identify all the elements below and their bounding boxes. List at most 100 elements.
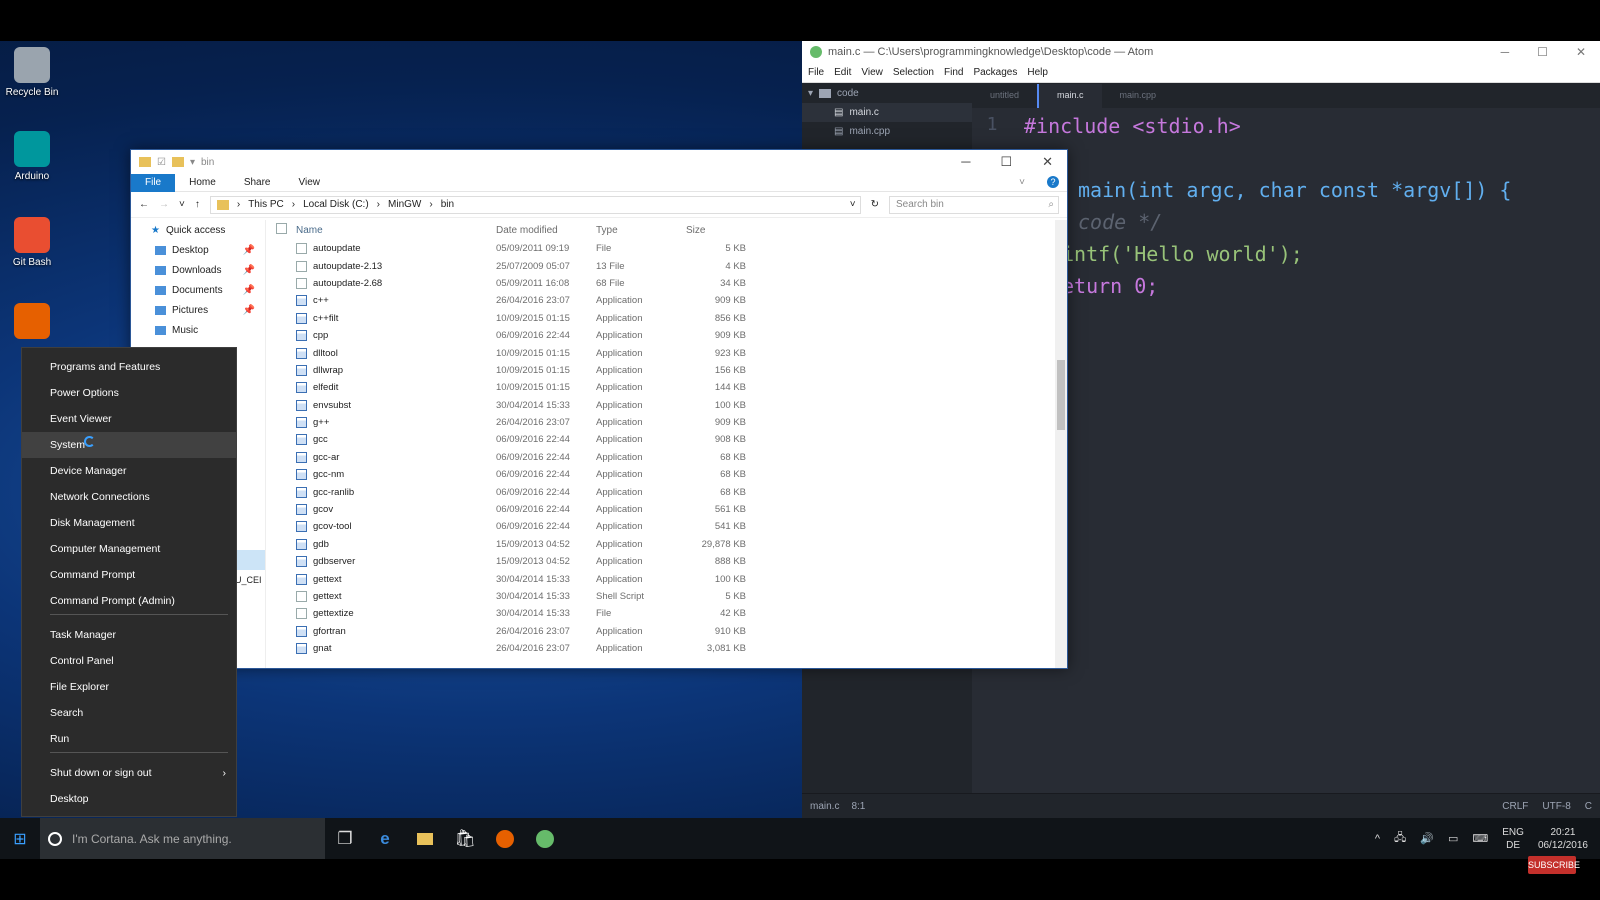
tree-folder[interactable]: ▾ code: [802, 84, 972, 103]
tab-untitled[interactable]: untitled: [972, 84, 1037, 108]
desktop-icon[interactable]: Recycle Bin: [2, 47, 62, 98]
menu-find[interactable]: Find: [944, 67, 963, 78]
file-row[interactable]: gettext 30/04/2014 15:33 Application 100 KB: [266, 570, 1055, 587]
power-menu-item[interactable]: Computer Management: [22, 536, 236, 562]
file-name-cell[interactable]: c++filt: [296, 312, 496, 324]
file-row[interactable]: gcov 06/09/2016 22:44 Application 561 KB: [266, 501, 1055, 518]
quick-access-dropdown-icon[interactable]: ▾: [190, 157, 195, 168]
select-all-checkbox[interactable]: [276, 223, 296, 237]
back-arrow-icon[interactable]: ←: [139, 199, 149, 210]
expand-ribbon-icon[interactable]: ˅: [1005, 174, 1039, 192]
file-name-cell[interactable]: gettextize: [296, 608, 496, 620]
power-menu-item[interactable]: Task Manager: [22, 622, 236, 648]
pin-icon[interactable]: 📌: [243, 285, 255, 296]
file-row[interactable]: autoupdate-2.68 05/09/2011 16:08 68 File 34…: [266, 275, 1055, 292]
start-button[interactable]: ⊞: [0, 818, 40, 859]
network-icon[interactable]: 🖧: [1394, 829, 1406, 848]
file-row[interactable]: g++ 26/04/2016 23:07 Application 909 KB: [266, 414, 1055, 431]
file-name-cell[interactable]: gcc: [296, 434, 496, 446]
action-center-icon[interactable]: ▭: [1448, 832, 1458, 845]
keyboard-icon[interactable]: ⌨: [1472, 832, 1488, 845]
file-name-cell[interactable]: gcc-nm: [296, 469, 496, 481]
pin-icon[interactable]: 📌: [243, 245, 255, 256]
status-encoding[interactable]: UTF-8: [1542, 801, 1570, 812]
file-row[interactable]: c++filt 10/09/2015 01:15 Application 856 KB: [266, 310, 1055, 327]
nav-item[interactable]: ★ Quick access: [131, 220, 265, 240]
file-name-cell[interactable]: autoupdate-2.68: [296, 277, 496, 289]
close-icon[interactable]: ✕: [1042, 154, 1053, 170]
file-row[interactable]: autoupdate 05/09/2011 09:19 File 5 KB: [266, 240, 1055, 257]
maximize-icon[interactable]: ☐: [1537, 45, 1548, 59]
nav-item-label[interactable]: U_CEI: [235, 570, 262, 590]
language-indicator[interactable]: ENG DE: [1502, 826, 1524, 852]
status-line-ending[interactable]: CRLF: [1502, 801, 1528, 812]
power-menu-item[interactable]: Event Viewer: [22, 406, 236, 432]
tab-main-cpp[interactable]: main.cpp: [1102, 84, 1175, 108]
up-arrow-icon[interactable]: ↑: [195, 199, 200, 210]
breadcrumb-separator-icon[interactable]: ›: [377, 199, 380, 210]
breadcrumb-bin[interactable]: bin: [441, 199, 454, 210]
file-row[interactable]: gcc-nm 06/09/2016 22:44 Application 68 KB: [266, 466, 1055, 483]
file-row[interactable]: gnat 26/04/2016 23:07 Application 3,081 KB: [266, 640, 1055, 657]
power-menu-item[interactable]: File Explorer: [22, 674, 236, 700]
breadcrumb-separator-icon[interactable]: ›: [237, 199, 240, 210]
vertical-scrollbar[interactable]: [1055, 220, 1067, 668]
menu-edit[interactable]: Edit: [834, 67, 851, 78]
file-name-cell[interactable]: gcc-ranlib: [296, 486, 496, 498]
file-name-cell[interactable]: gfortran: [296, 625, 496, 637]
file-row[interactable]: gettext 30/04/2014 15:33 Shell Script 5 KB: [266, 588, 1055, 605]
column-size[interactable]: Size: [686, 225, 746, 236]
minimize-icon[interactable]: ─: [961, 154, 970, 170]
file-row[interactable]: gdbserver 15/09/2013 04:52 Application 888 …: [266, 553, 1055, 570]
power-menu-item[interactable]: Shut down or sign out ›: [22, 760, 236, 786]
file-name-cell[interactable]: gettext: [296, 573, 496, 585]
power-menu-item[interactable]: System: [22, 432, 236, 458]
pin-icon[interactable]: 📌: [243, 265, 255, 276]
subscribe-button[interactable]: SUBSCRIBE: [1528, 856, 1580, 874]
power-menu-item[interactable]: Desktop: [22, 786, 236, 812]
address-dropdown-icon[interactable]: ˅: [850, 199, 860, 210]
store-icon[interactable]: 🛍: [445, 818, 485, 859]
close-icon[interactable]: ✕: [1576, 45, 1586, 59]
power-menu-item[interactable]: Search: [22, 700, 236, 726]
column-type[interactable]: Type: [596, 225, 686, 236]
search-input[interactable]: Search bin ⌕: [889, 195, 1059, 214]
file-row[interactable]: elfedit 10/09/2015 01:15 Application 144 KB: [266, 379, 1055, 396]
maximize-icon[interactable]: ☐: [1000, 154, 1012, 170]
clock[interactable]: 20:21 06/12/2016: [1538, 826, 1588, 852]
file-row[interactable]: gettextize 30/04/2014 15:33 File 42 KB: [266, 605, 1055, 622]
file-row[interactable]: dllwrap 10/09/2015 01:15 Application 156 KB: [266, 362, 1055, 379]
menu-packages[interactable]: Packages: [973, 67, 1017, 78]
file-row[interactable]: c++ 26/04/2016 23:07 Application 909 KB: [266, 292, 1055, 309]
desktop-icon[interactable]: Arduino: [2, 131, 62, 182]
file-row[interactable]: cpp 06/09/2016 22:44 Application 909 KB: [266, 327, 1055, 344]
breadcrumb-separator-icon[interactable]: ›: [292, 199, 295, 210]
new-folder-icon[interactable]: [171, 157, 184, 167]
tree-file-main-c[interactable]: ▤ main.c: [802, 103, 972, 122]
file-row[interactable]: autoupdate-2.13 25/07/2009 05:07 13 File 4 …: [266, 257, 1055, 274]
power-menu-item[interactable]: Network Connections: [22, 484, 236, 510]
power-menu-item[interactable]: Command Prompt (Admin): [22, 588, 236, 614]
power-menu-item[interactable]: Power Options: [22, 380, 236, 406]
file-name-cell[interactable]: gcov: [296, 504, 496, 516]
status-file[interactable]: main.c: [810, 801, 839, 812]
volume-icon[interactable]: 🔊: [1420, 832, 1434, 845]
atom-app-icon[interactable]: [525, 818, 565, 859]
nav-item[interactable]: Desktop 📌: [131, 240, 265, 260]
desktop-icon[interactable]: Git Bash: [2, 217, 62, 268]
file-row[interactable]: envsubst 30/04/2014 15:33 Application 100 K…: [266, 397, 1055, 414]
atom-titlebar[interactable]: main.c — C:\Users\programmingknowledge\D…: [802, 41, 1600, 63]
nav-item[interactable]: Downloads 📌: [131, 260, 265, 280]
power-menu-item[interactable]: Run: [22, 726, 236, 752]
power-menu-item[interactable]: Control Panel: [22, 648, 236, 674]
minimize-icon[interactable]: ─: [1501, 45, 1510, 59]
menu-view[interactable]: View: [861, 67, 883, 78]
file-name-cell[interactable]: elfedit: [296, 382, 496, 394]
power-menu-item[interactable]: Programs and Features: [22, 354, 236, 380]
help-icon[interactable]: ?: [1039, 174, 1067, 192]
file-row[interactable]: dlltool 10/09/2015 01:15 Application 923 KB: [266, 344, 1055, 361]
breadcrumb-local-disk[interactable]: Local Disk (C:): [303, 199, 369, 210]
breadcrumb-this-pc[interactable]: This PC: [248, 199, 284, 210]
breadcrumb-mingw[interactable]: MinGW: [388, 199, 421, 210]
file-name-cell[interactable]: envsubst: [296, 399, 496, 411]
